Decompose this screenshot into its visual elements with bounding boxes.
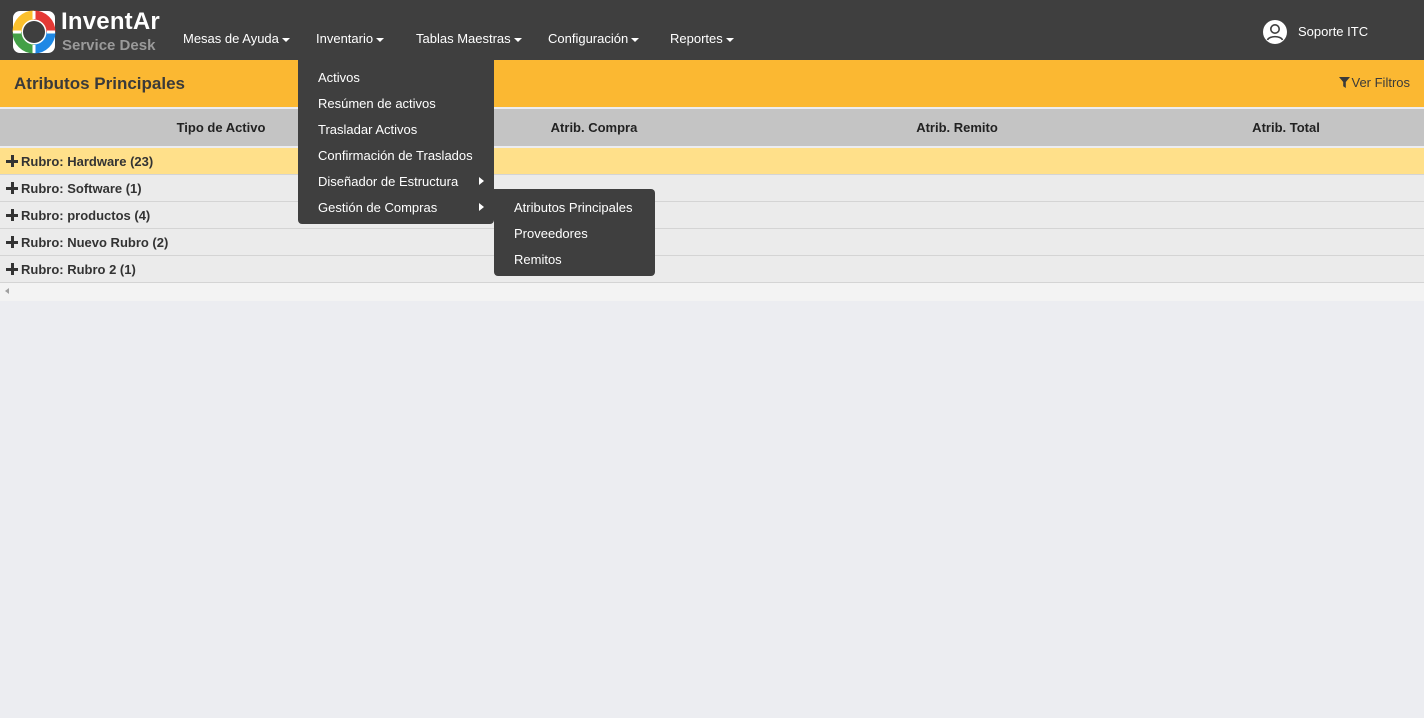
group-label: Rubro: Nuevo Rubro (2) [21, 235, 169, 250]
group-label: Rubro: Hardware (23) [21, 154, 154, 169]
grid-header: Tipo de Activo Atrib. Compra Atrib. Remi… [0, 109, 1424, 146]
column-header-atrib-total[interactable]: Atrib. Total [1252, 120, 1320, 135]
group-label: Rubro: Rubro 2 (1) [21, 262, 136, 277]
menu-item-disenador-de-estructura[interactable]: Diseñador de Estructura [318, 174, 458, 189]
nav-label: Inventario [316, 31, 374, 46]
caret-down-icon [513, 37, 522, 42]
horizontal-scrollbar[interactable] [0, 283, 1424, 301]
filter-icon [1339, 77, 1351, 88]
gestion-de-compras-submenu: Atributos Principales Proveedores Remito… [494, 189, 655, 276]
menu-item-confirmacion-de-traslados[interactable]: Confirmación de Traslados [318, 148, 473, 163]
page-title: Atributos Principales [14, 74, 185, 93]
expand-plus-icon[interactable] [6, 155, 18, 167]
lifebuoy-logo-icon [12, 10, 56, 54]
grid-body: Rubro: Hardware (23) Rubro: Software (1)… [0, 148, 1424, 283]
ver-filtros-button[interactable]: Ver Filtros [1339, 75, 1410, 90]
caret-down-icon [631, 37, 640, 42]
nav-inventario[interactable]: Inventario [316, 31, 385, 46]
nav-label: Configuración [548, 31, 629, 46]
top-navbar: InventAr Service Desk Mesas de Ayuda Inv… [0, 0, 1424, 60]
group-row[interactable]: Rubro: Hardware (23) [0, 148, 1424, 175]
menu-item-gestion-de-compras[interactable]: Gestión de Compras [318, 200, 437, 215]
expand-plus-icon[interactable] [6, 236, 18, 248]
submenu-arrow-icon [479, 203, 484, 211]
nav-tablas-maestras[interactable]: Tablas Maestras [416, 31, 522, 46]
submenu-item-proveedores[interactable]: Proveedores [514, 226, 588, 241]
nav-label: Reportes [670, 31, 723, 46]
brand-name: InventAr [61, 8, 160, 35]
expand-plus-icon[interactable] [6, 263, 18, 275]
group-label: Rubro: productos (4) [21, 208, 151, 223]
group-label: Rubro: Software (1) [21, 181, 142, 196]
group-row[interactable]: Rubro: Rubro 2 (1) [0, 256, 1424, 283]
inventario-dropdown-menu: Activos Resúmen de activos Trasladar Act… [298, 60, 494, 224]
menu-item-trasladar-activos[interactable]: Trasladar Activos [318, 122, 417, 137]
nav-label: Mesas de Ayuda [183, 31, 279, 46]
brand-subtitle: Service Desk [62, 37, 156, 54]
caret-down-icon [376, 37, 385, 42]
page-header: Atributos Principales Ver Filtros [0, 60, 1424, 107]
expand-plus-icon[interactable] [6, 209, 18, 221]
nav-mesas-de-ayuda[interactable]: Mesas de Ayuda [183, 31, 290, 46]
nav-configuracion[interactable]: Configuración [548, 31, 640, 46]
user-menu[interactable]: Soporte ITC [1262, 19, 1402, 45]
column-header-atrib-remito[interactable]: Atrib. Remito [916, 120, 998, 135]
scroll-left-icon[interactable] [5, 288, 9, 294]
group-row[interactable]: Rubro: productos (4) [0, 202, 1424, 229]
caret-down-icon [281, 37, 290, 42]
submenu-arrow-icon [479, 177, 484, 185]
menu-item-activos[interactable]: Activos [318, 70, 360, 85]
submenu-item-atributos-principales[interactable]: Atributos Principales [514, 200, 633, 215]
brand-logo[interactable]: InventAr Service Desk [12, 8, 172, 54]
group-row[interactable]: Rubro: Nuevo Rubro (2) [0, 229, 1424, 256]
caret-down-icon [725, 37, 734, 42]
user-circle-icon [1263, 20, 1287, 44]
column-header-atrib-compra[interactable]: Atrib. Compra [551, 120, 638, 135]
menu-item-resumen-de-activos[interactable]: Resúmen de activos [318, 96, 436, 111]
ver-filtros-label: Ver Filtros [1351, 75, 1410, 90]
submenu-item-remitos[interactable]: Remitos [514, 252, 562, 267]
nav-label: Tablas Maestras [416, 31, 511, 46]
nav-reportes[interactable]: Reportes [670, 31, 734, 46]
column-header-tipo-de-activo[interactable]: Tipo de Activo [177, 120, 266, 135]
expand-plus-icon[interactable] [6, 182, 18, 194]
user-name: Soporte ITC [1298, 24, 1369, 39]
group-row[interactable]: Rubro: Software (1) [0, 175, 1424, 202]
